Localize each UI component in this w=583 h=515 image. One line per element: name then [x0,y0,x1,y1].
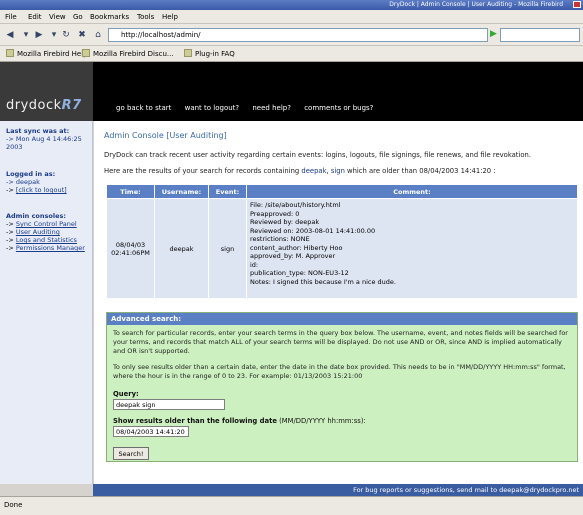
sidebar-item-sync-control[interactable]: Sync Control Panel [16,220,77,228]
nav-link-start[interactable]: go back to start [116,104,171,112]
table-row: 08/04/03 02:41:06PM deepak sign File: /s… [106,198,578,299]
sidebar-login-block: Logged in as: -> deepak -> [click to log… [6,170,67,194]
intro-text: DryDock can track recent user activity r… [104,151,531,159]
sidebar-item-logs-statistics[interactable]: Logs and Statistics [16,236,77,244]
nav-link-logout[interactable]: want to logout? [185,104,240,112]
results-table: Time: Username: Event: Comment: 08/04/03… [106,184,578,299]
window-title: DryDock | Admin Console | User Auditing … [389,1,563,8]
bookmark-firebird-help[interactable]: Mozilla Firebird Help [6,49,88,58]
date-label: Show results older than the following da… [113,417,366,425]
menu-edit[interactable]: Edit [28,13,42,21]
stop-icon[interactable]: ✖ [76,29,88,41]
main-content: Admin Console [User Auditing] DryDock ca… [94,121,583,484]
close-window-icon[interactable] [573,1,581,8]
page-title: Admin Console [User Auditing] [104,131,227,140]
sidebar: Last sync was at: -> Mon Aug 4 14:46:25 … [0,121,93,484]
reload-icon[interactable]: ↻ [60,29,72,41]
cell-event: sign [208,198,247,299]
search-keyword: deepak [301,167,327,175]
url-input[interactable]: http://localhost/admin/ [108,28,488,42]
results-summary: Here are the results of your search for … [104,167,496,175]
menu-help[interactable]: Help [162,13,178,21]
search-input[interactable] [500,28,580,42]
menu-file[interactable]: File [5,13,17,21]
sidebar-item-user-auditing[interactable]: User Auditing [16,228,60,236]
header-band [93,62,583,121]
brand-panel: drydockR7 [0,62,93,121]
navigation-toolbar: ◀ ▾ ▶ ▾ ↻ ✖ ⌂ http://localhost/admin/ ▶ [0,24,583,46]
search-button[interactable]: Search! [113,447,149,460]
page-footer: For bug reports or suggestions, send mai… [93,484,583,496]
logged-in-label: Logged in as: [6,170,56,178]
sidebar-item-permissions[interactable]: Permissions Manager [16,244,85,252]
column-header-comment: Comment: [246,184,578,199]
cell-comment: File: /site/about/history.html Preapprov… [246,198,578,299]
date-format-help: To only see results older than a certain… [113,363,566,380]
menu-tools[interactable]: Tools [137,13,154,21]
bookmark-firebird-discussion[interactable]: Mozilla Firebird Discu... [82,49,174,58]
logout-link[interactable]: [click to logout] [16,186,67,194]
bookmark-plugin-faq[interactable]: Plug-in FAQ [184,49,235,58]
forward-icon[interactable]: ▶ [33,29,45,41]
go-icon[interactable]: ▶ [490,29,500,41]
query-label: Query: [113,390,139,398]
menu-bookmarks[interactable]: Bookmarks [90,13,129,21]
menu-view[interactable]: View [49,13,66,21]
column-header-time: Time: [106,184,155,199]
menu-go[interactable]: Go [73,13,83,21]
cell-username: deepak [154,198,209,299]
advanced-search-panel: Advanced search: To search for particula… [106,312,578,462]
bookmark-icon [6,49,14,57]
search-keyword: sign [330,167,345,175]
nav-link-comments[interactable]: comments or bugs? [304,104,373,112]
sidebar-sync-block: Last sync was at: -> Mon Aug 4 14:46:25 … [6,127,90,151]
bookmark-icon [82,49,90,57]
back-dropdown-icon[interactable]: ▾ [20,29,32,41]
drydock-logo: drydockR7 [6,98,82,113]
top-navigation: go back to start want to logout? need he… [116,104,384,112]
sidebar-admin-block: Admin consoles: -> Sync Control Panel ->… [6,212,85,252]
back-icon[interactable]: ◀ [4,29,16,41]
column-header-username: Username: [154,184,209,199]
query-input[interactable] [113,399,225,410]
forward-dropdown-icon[interactable]: ▾ [48,29,60,41]
home-icon[interactable]: ⌂ [92,29,104,41]
menu-bar: File Edit View Go Bookmarks Tools Help [0,10,583,24]
logged-in-user: -> deepak [6,178,40,186]
window-titlebar: DryDock | Admin Console | User Auditing … [0,0,583,10]
last-sync-value: -> Mon Aug 4 14:46:25 2003 [6,135,82,151]
cell-time: 08/04/03 02:41:06PM [106,198,155,299]
bookmark-icon [184,49,192,57]
date-input[interactable] [113,426,189,437]
last-sync-label: Last sync was at: [6,127,70,135]
advanced-search-help: To search for particular records, enter … [113,329,568,355]
nav-link-help[interactable]: need help? [252,104,291,112]
admin-consoles-label: Admin consoles: [6,212,66,220]
column-header-event: Event: [208,184,247,199]
status-bar: Done [0,496,583,515]
advanced-search-header: Advanced search: [107,313,577,325]
bookmarks-toolbar: Mozilla Firebird Help Mozilla Firebird D… [0,46,583,62]
